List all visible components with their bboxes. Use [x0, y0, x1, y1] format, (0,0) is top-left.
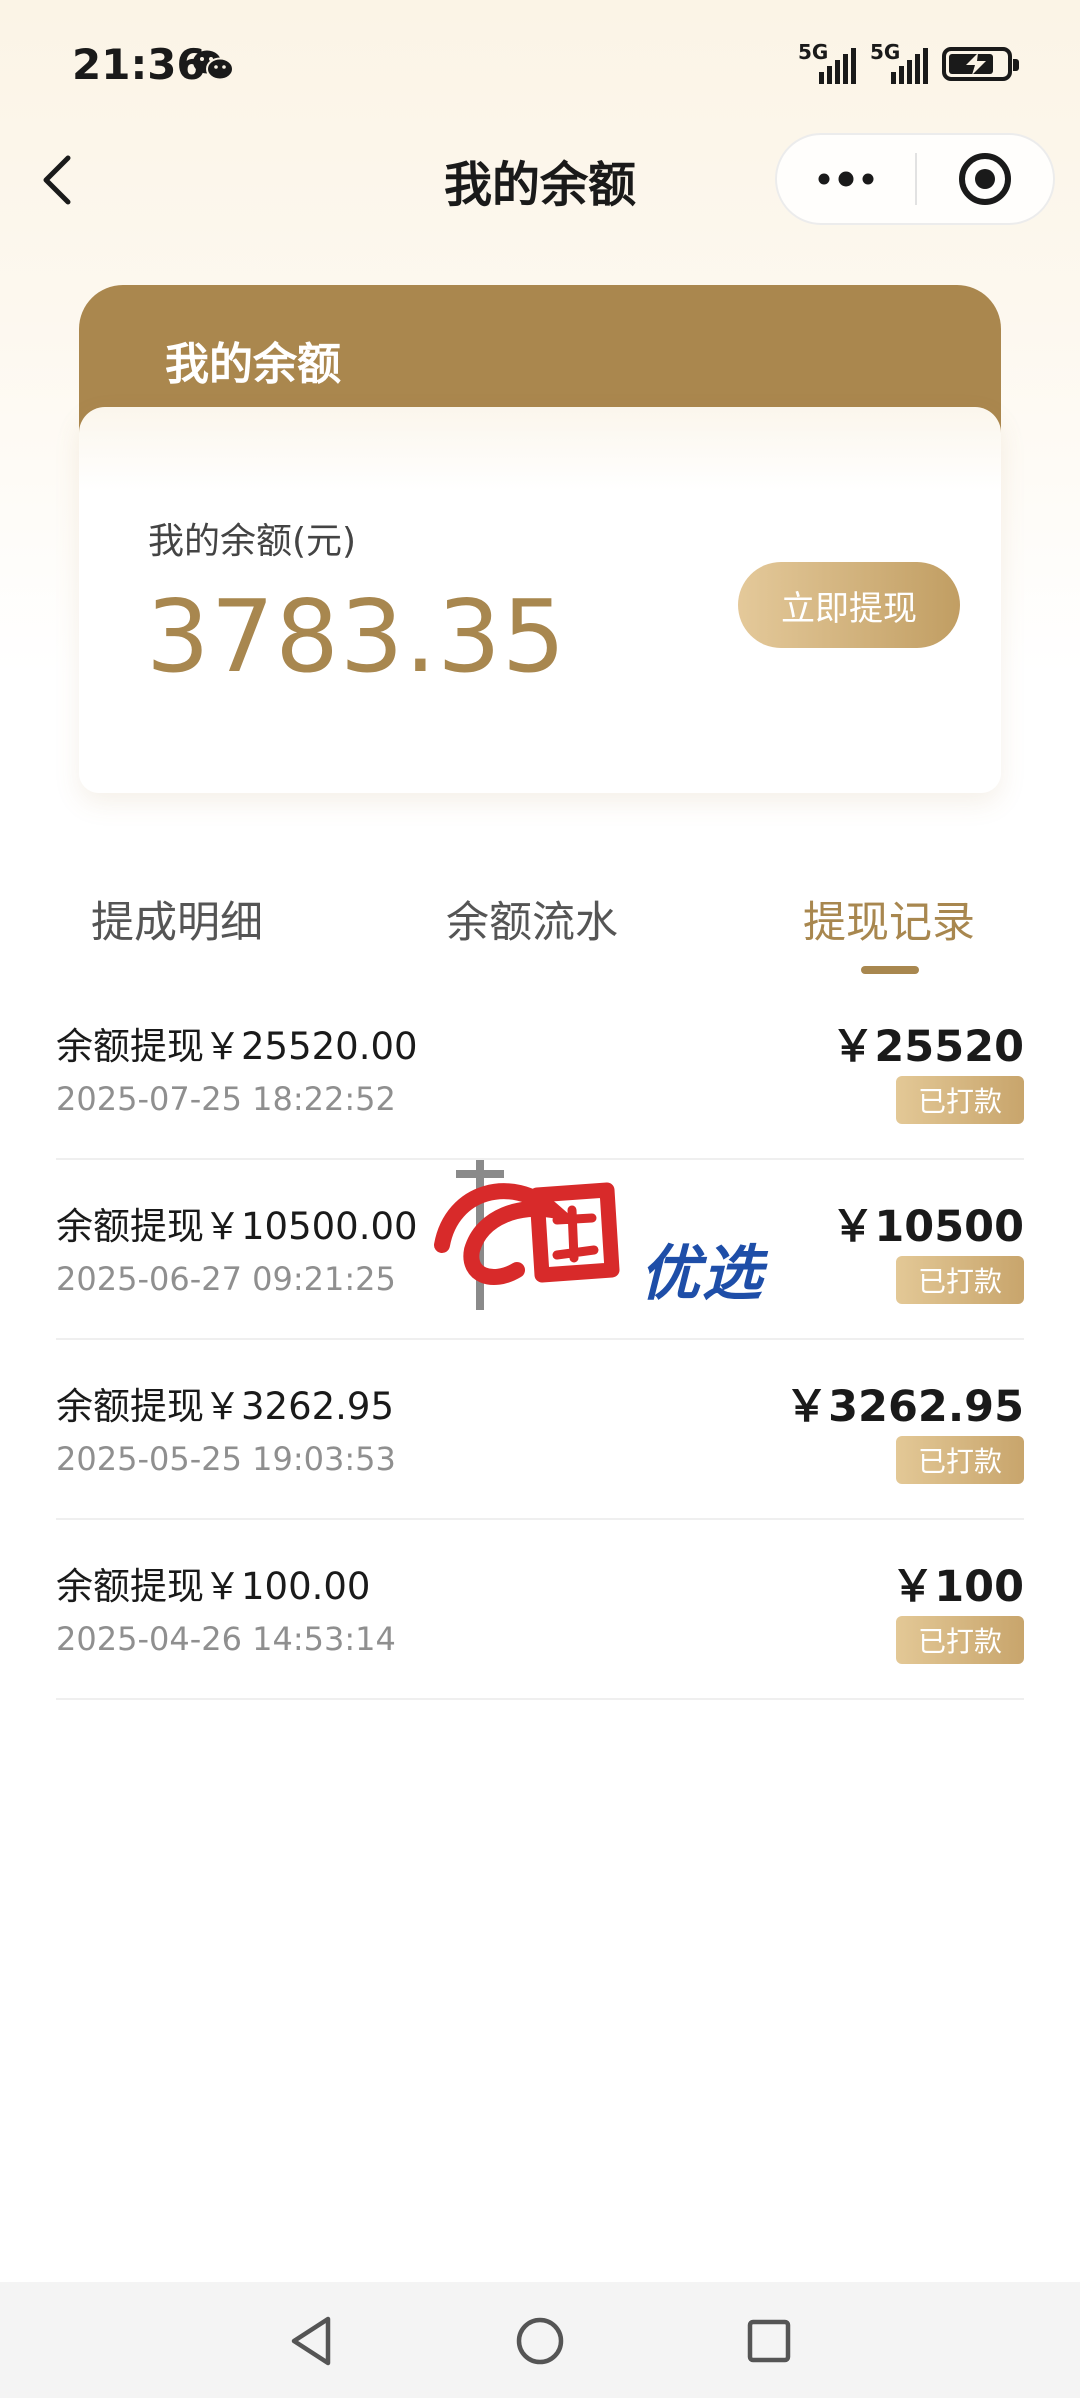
- wechat-icon: [192, 48, 234, 86]
- watermark-text: 优选: [640, 1239, 764, 1309]
- back-button[interactable]: [38, 150, 78, 210]
- status-badge: 已打款: [896, 1076, 1024, 1124]
- record-amount: ￥3262.95: [785, 1382, 1024, 1432]
- record-title: 余额提现￥10500.00: [56, 1205, 418, 1248]
- withdraw-record-list: 余额提现￥25520.00 2025-07-25 18:22:52 ￥25520…: [56, 980, 1024, 1700]
- system-home-button[interactable]: [505, 2306, 575, 2376]
- home-circle-icon: [516, 2317, 564, 2365]
- miniprogram-capsule: [775, 133, 1055, 225]
- list-item[interactable]: 余额提现￥3262.95 2025-05-25 19:03:53 ￥3262.9…: [56, 1340, 1024, 1520]
- status-badge: 已打款: [896, 1616, 1024, 1664]
- tab-commission-detail[interactable]: 提成明细: [91, 888, 263, 950]
- battery-charging-icon: [942, 47, 1019, 81]
- withdraw-button[interactable]: 立即提现: [738, 562, 960, 648]
- list-item[interactable]: 余额提现￥100.00 2025-04-26 14:53:14 ￥100 已打款: [56, 1520, 1024, 1700]
- signal-icon: 5G: [798, 40, 856, 84]
- tab-balance-flow[interactable]: 余额流水: [446, 888, 618, 950]
- record-amount: ￥10500: [831, 1202, 1024, 1252]
- list-item[interactable]: 余额提现￥25520.00 2025-07-25 18:22:52 ￥25520…: [56, 980, 1024, 1160]
- recents-square-icon: [747, 2319, 791, 2363]
- balance-card-title: 我的余额: [165, 339, 341, 390]
- record-amount: ￥100: [891, 1562, 1024, 1612]
- back-triangle-icon: [291, 2316, 331, 2366]
- list-item[interactable]: 余额提现￥10500.00 2025-06-27 09:21:25 ￥10500…: [56, 1160, 1024, 1340]
- system-recents-button[interactable]: [734, 2306, 804, 2376]
- record-title: 余额提现￥100.00: [56, 1565, 371, 1608]
- more-button[interactable]: [777, 135, 915, 223]
- record-time: 2025-06-27 09:21:25: [56, 1260, 396, 1298]
- system-back-button[interactable]: [276, 2306, 346, 2376]
- status-time: 21:36: [72, 40, 206, 89]
- balance-value: 3783.35: [146, 578, 567, 695]
- status-badge: 已打款: [896, 1256, 1024, 1304]
- status-badge: 已打款: [896, 1436, 1024, 1484]
- record-time: 2025-07-25 18:22:52: [56, 1080, 396, 1118]
- record-amount: ￥25520: [831, 1022, 1024, 1072]
- record-time: 2025-05-25 19:03:53: [56, 1440, 396, 1478]
- target-icon: [959, 153, 1011, 205]
- more-dots-icon: [818, 171, 874, 187]
- record-title: 余额提现￥25520.00: [56, 1025, 418, 1068]
- active-tab-indicator: [861, 966, 919, 974]
- signal-icon: 5G: [870, 40, 928, 84]
- balance-label: 我的余额(元): [148, 521, 357, 562]
- close-miniprogram-button[interactable]: [917, 135, 1053, 223]
- record-title: 余额提现￥3262.95: [56, 1385, 395, 1428]
- status-bar: 21:36 5G 5G: [0, 0, 1080, 130]
- tab-withdraw-records[interactable]: 提现记录: [803, 888, 975, 950]
- record-time: 2025-04-26 14:53:14: [56, 1620, 396, 1658]
- chevron-left-icon: [43, 155, 71, 205]
